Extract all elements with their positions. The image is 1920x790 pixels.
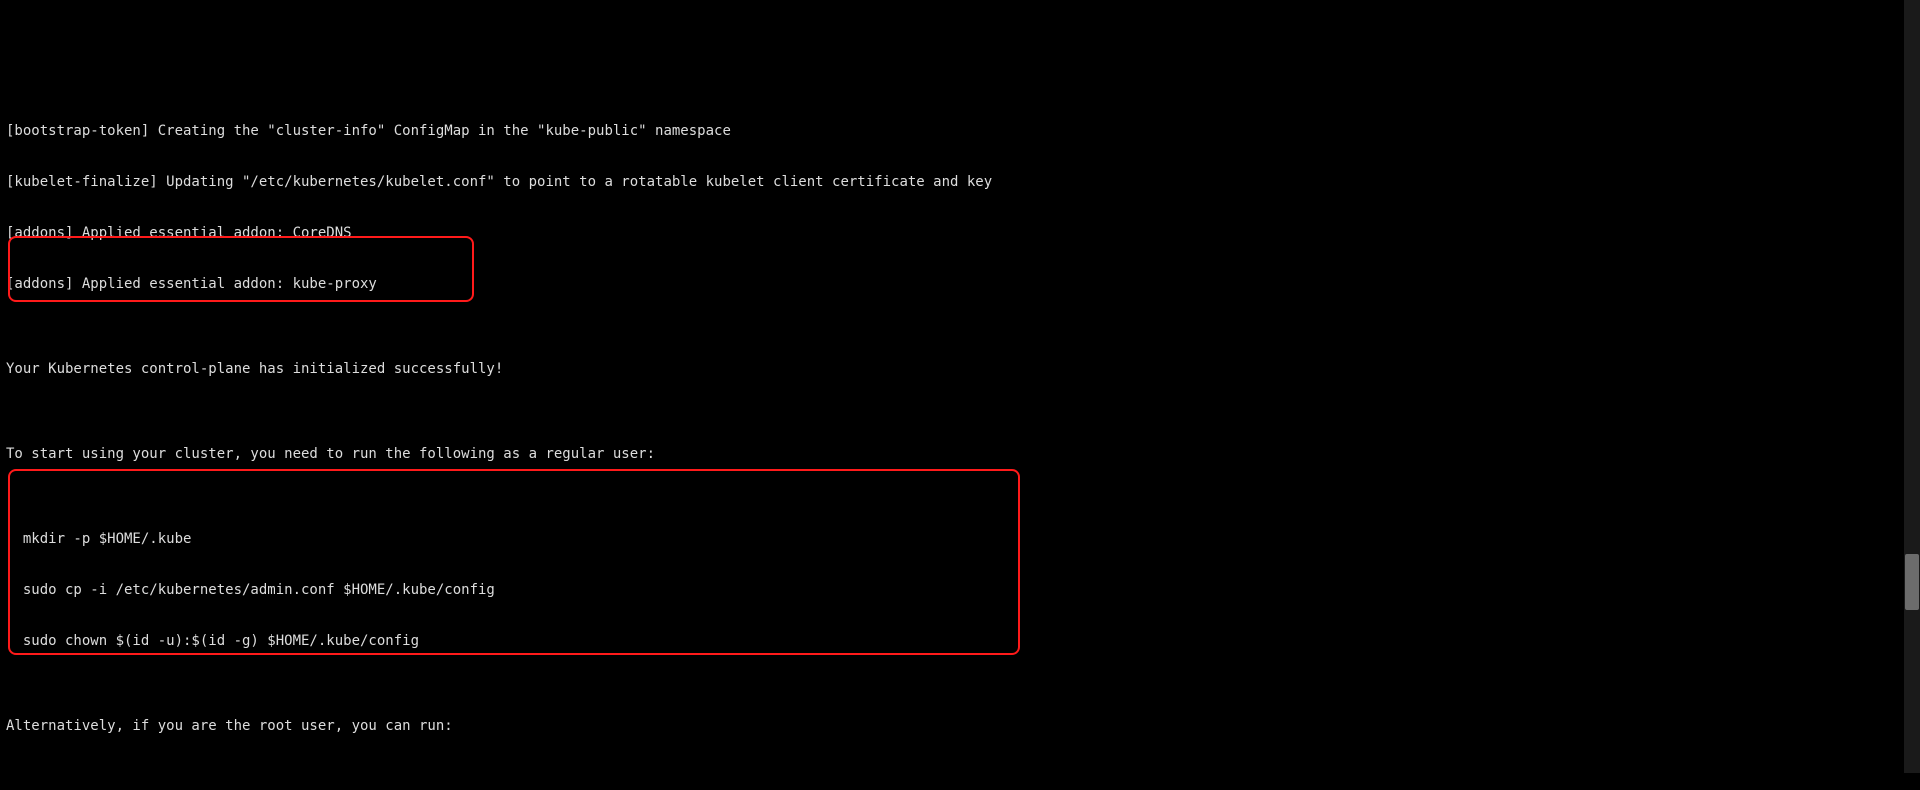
output-line: [addons] Applied essential addon: CoreDN…: [6, 225, 1550, 242]
output-line: [bootstrap-token] Creating the "cluster-…: [6, 123, 1550, 140]
scrollbar-thumb[interactable]: [1905, 554, 1919, 610]
output-line: [kubelet-finalize] Updating "/etc/kubern…: [6, 174, 1550, 191]
output-line: sudo chown $(id -u):$(id -g) $HOME/.kube…: [6, 633, 1550, 650]
output-line: mkdir -p $HOME/.kube: [6, 531, 1550, 548]
output-line: [addons] Applied essential addon: kube-p…: [6, 276, 1550, 293]
terminal-viewport[interactable]: [bootstrap-token] Creating the "cluster-…: [0, 85, 1556, 790]
output-line: Alternatively, if you are the root user,…: [6, 718, 1550, 735]
output-line: To start using your cluster, you need to…: [6, 446, 1550, 463]
scrollbar-track[interactable]: [1904, 0, 1920, 773]
output-line: Your Kubernetes control-plane has initia…: [6, 361, 1550, 378]
output-line: sudo cp -i /etc/kubernetes/admin.conf $H…: [6, 582, 1550, 599]
highlight-box-join: [8, 469, 1020, 655]
